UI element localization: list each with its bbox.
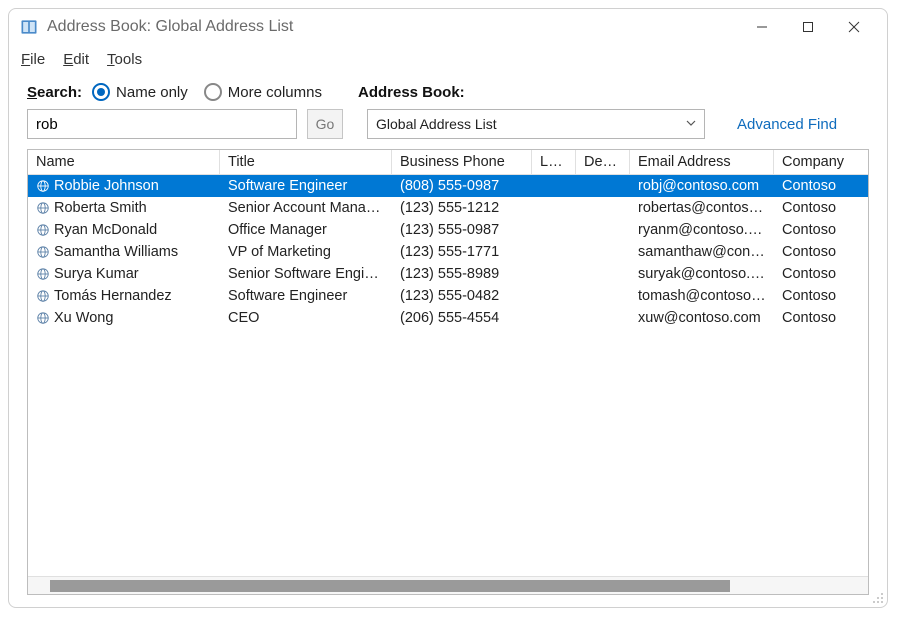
radio-name-only[interactable]: Name only [92,83,188,101]
menu-edit[interactable]: Edit [63,51,89,68]
cell-email: suryak@contoso.c… [630,266,774,282]
cell-email: ryanm@contoso.c… [630,222,774,238]
cell-phone: (123) 555-0987 [392,222,532,238]
col-company[interactable]: Company [774,150,868,174]
search-label: Search: [27,84,82,101]
maximize-button[interactable] [785,9,831,45]
radio-dot-icon [92,83,110,101]
cell-title: Senior Account Manager [220,200,392,216]
input-row: Go Global Address List Advanced Find [9,109,887,149]
cell-phone: (123) 555-0482 [392,288,532,304]
titlebar: Address Book: Global Address List [9,9,887,45]
address-book-dropdown[interactable]: Global Address List [367,109,705,139]
radio-more-columns[interactable]: More columns [204,83,322,101]
globe-icon [36,267,50,281]
col-email[interactable]: Email Address [630,150,774,174]
window-controls [739,9,877,45]
cell-company: Contoso [774,310,868,326]
advanced-find-link[interactable]: Advanced Find [737,116,837,133]
go-button[interactable]: Go [307,109,343,139]
window-frame: Address Book: Global Address List File E… [8,8,888,608]
cell-phone: (123) 555-1771 [392,244,532,260]
table-row[interactable]: Ryan McDonald Office Manager(123) 555-098… [28,219,868,241]
globe-icon [36,311,50,325]
grid-header: Name Title Business Phone Loc… Depa… Ema… [28,150,868,175]
cell-company: Contoso [774,288,868,304]
globe-icon [36,289,50,303]
col-department[interactable]: Depa… [576,150,630,174]
table-row[interactable]: Xu Wong CEO(206) 555-4554 xuw@contoso.comC… [28,307,868,329]
globe-icon [36,201,50,215]
cell-company: Contoso [774,178,868,194]
cell-company: Contoso [774,222,868,238]
cell-title: Office Manager [220,222,392,238]
close-button[interactable] [831,9,877,45]
table-row[interactable]: Roberta Smith Senior Account Manager(123)… [28,197,868,219]
col-title[interactable]: Title [220,150,392,174]
horizontal-scrollbar[interactable] [28,576,868,594]
minimize-button[interactable] [739,9,785,45]
cell-name: Xu Wong [54,310,113,326]
cell-title: Software Engineer [220,288,392,304]
cell-phone: (206) 555-4554 [392,310,532,326]
globe-icon [36,245,50,259]
address-book-label: Address Book: [358,84,465,101]
menu-tools[interactable]: Tools [107,51,142,68]
table-row[interactable]: Tomás Hernandez Software Engineer(123) 55… [28,285,868,307]
address-book-icon [19,17,39,37]
cell-name: Roberta Smith [54,200,147,216]
cell-name: Ryan McDonald [54,222,157,238]
resize-grip-icon[interactable] [871,591,885,605]
scrollbar-thumb[interactable] [50,580,730,592]
cell-email: xuw@contoso.com [630,310,774,326]
search-input[interactable] [27,109,297,139]
grid-body: Robbie JohnsonSoftware Engineer(808) 555… [28,175,868,576]
table-row[interactable]: Samantha Williams VP of Marketing(123) 55… [28,241,868,263]
cell-company: Contoso [774,266,868,282]
window-title: Address Book: Global Address List [47,18,293,36]
cell-title: CEO [220,310,392,326]
cell-phone: (123) 555-1212 [392,200,532,216]
menu-file[interactable]: File [21,51,45,68]
cell-email: robertas@contoso… [630,200,774,216]
cell-phone: (123) 555-8989 [392,266,532,282]
cell-name: Samantha Williams [54,244,178,260]
cell-company: Contoso [774,244,868,260]
col-name[interactable]: Name [28,150,220,174]
col-phone[interactable]: Business Phone [392,150,532,174]
results-grid: Name Title Business Phone Loc… Depa… Ema… [27,149,869,595]
cell-title: VP of Marketing [220,244,392,260]
cell-email: tomash@contoso.… [630,288,774,304]
cell-title: Software Engineer [220,178,392,194]
table-row[interactable]: Robbie Johnson Software Engineer(808) 555… [28,175,868,197]
globe-icon [36,223,50,237]
cell-name: Robbie Johnson [54,178,159,194]
menubar: File Edit Tools [9,45,887,73]
cell-phone: (808) 555-0987 [392,178,532,194]
search-row: Search: Name only More columns Address B… [9,73,887,109]
cell-company: Contoso [774,200,868,216]
chevron-down-icon [686,117,696,131]
address-book-value: Global Address List [376,116,497,132]
cell-name: Tomás Hernandez [54,288,172,304]
cell-email: robj@contoso.com [630,178,774,194]
cell-title: Senior Software Engineer [220,266,392,282]
radio-dot-icon [204,83,222,101]
go-button-label: Go [316,116,335,132]
table-row[interactable]: Surya Kumar Senior Software Engineer(123)… [28,263,868,285]
cell-name: Surya Kumar [54,266,139,282]
col-location[interactable]: Loc… [532,150,576,174]
globe-icon [36,179,50,193]
cell-email: samanthaw@cont… [630,244,774,260]
